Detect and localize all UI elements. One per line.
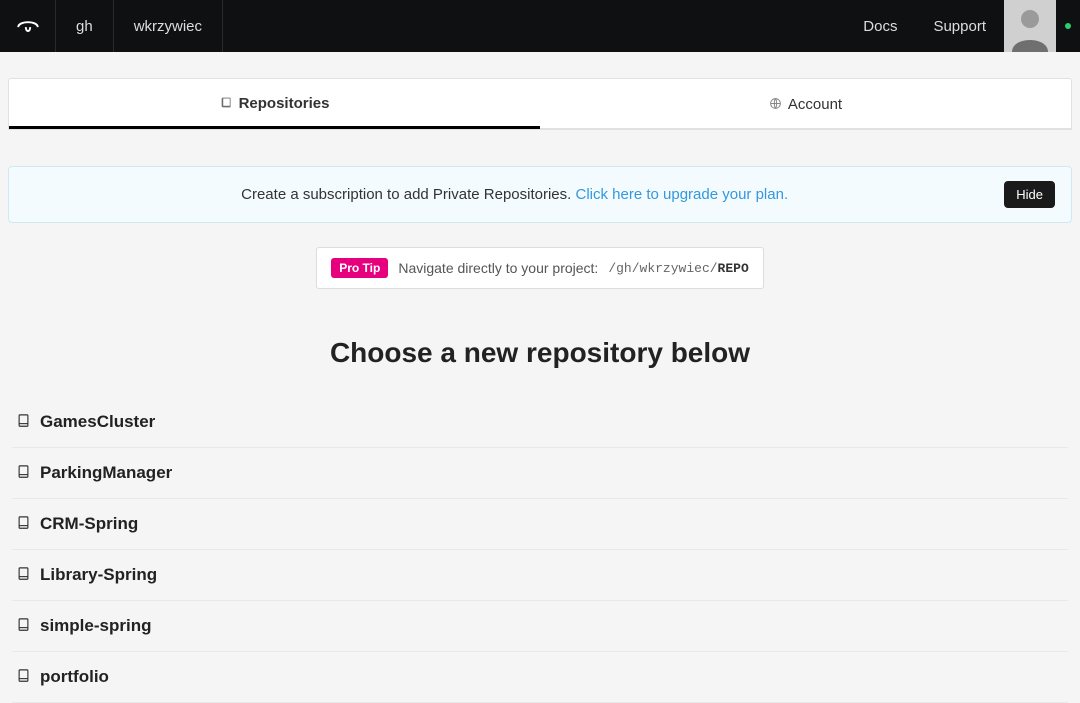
repo-list: GamesCluster ParkingManager CRM-Spring Libr… [8,397,1072,703]
repo-item[interactable]: ParkingManager [12,448,1068,499]
breadcrumb-gh[interactable]: gh [56,0,114,52]
logo-icon[interactable] [0,0,56,52]
upgrade-alert: Create a subscription to add Private Rep… [8,166,1072,223]
repo-icon [16,465,30,482]
page-heading: Choose a new repository below [8,337,1072,369]
repo-item[interactable]: CRM-Spring [12,499,1068,550]
repo-icon [16,618,30,635]
repo-name: CRM-Spring [40,514,138,534]
tab-repositories-label: Repositories [239,95,330,112]
repo-item[interactable]: Library-Spring [12,550,1068,601]
pro-tip-path-repo: REPO [718,261,749,276]
repo-name: portfolio [40,667,109,687]
repo-icon [16,567,30,584]
book-icon [220,96,233,112]
top-bar: gh wkrzywiec Docs Support [0,0,1080,52]
repo-name: simple-spring [40,616,151,636]
repo-icon [16,414,30,431]
pro-tip-badge: Pro Tip [331,258,388,278]
globe-icon [769,97,782,113]
pro-tip-text: Navigate directly to your project: [398,260,598,276]
upgrade-link[interactable]: Click here to upgrade your plan. [575,186,788,203]
tab-repositories[interactable]: Repositories [9,79,540,129]
repo-icon [16,669,30,686]
alert-text-prefix: Create a subscription to add Private Rep… [241,186,575,203]
repo-item[interactable]: simple-spring [12,601,1068,652]
pro-tip-path: /gh/wkrzywiec/REPO [608,261,748,276]
nav-support[interactable]: Support [915,0,1004,52]
hide-button[interactable]: Hide [1004,181,1055,208]
repo-name: GamesCluster [40,412,155,432]
nav-docs[interactable]: Docs [845,0,915,52]
avatar[interactable] [1004,0,1056,52]
breadcrumb-user[interactable]: wkrzywiec [114,0,223,52]
status-indicator [1056,0,1080,52]
tabs-card: Repositories Account [8,78,1072,130]
repo-icon [16,516,30,533]
alert-text: Create a subscription to add Private Rep… [25,186,1004,203]
repo-item[interactable]: GamesCluster [12,397,1068,448]
repo-item[interactable]: portfolio [12,652,1068,703]
tab-account-label: Account [788,96,842,113]
pro-tip-box: Pro Tip Navigate directly to your projec… [316,247,764,289]
tab-account[interactable]: Account [540,79,1071,129]
repo-name: ParkingManager [40,463,172,483]
repo-name: Library-Spring [40,565,157,585]
pro-tip-path-prefix: /gh/wkrzywiec/ [608,261,717,276]
